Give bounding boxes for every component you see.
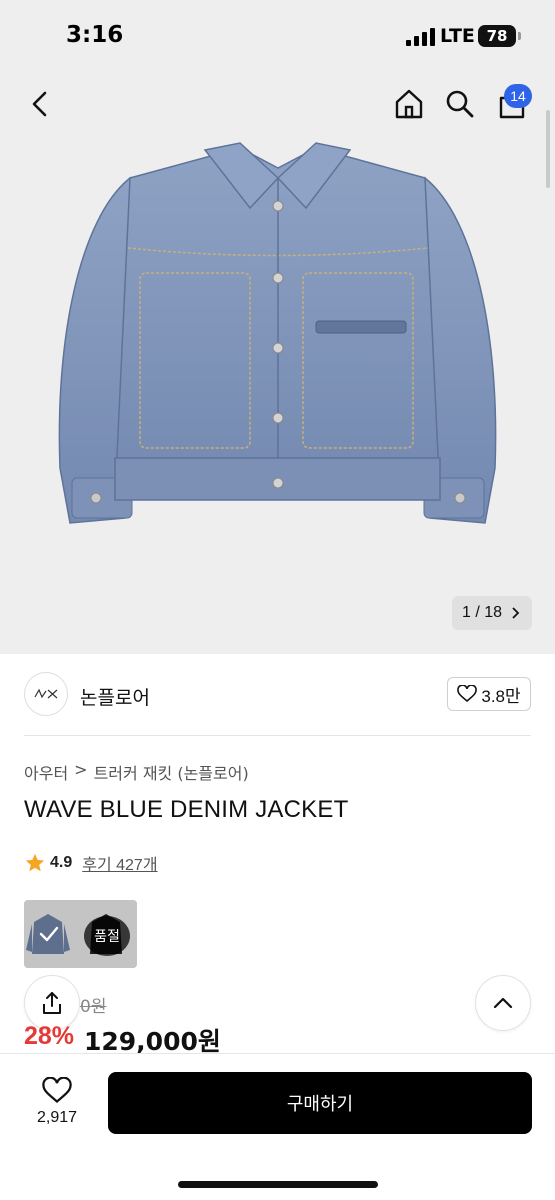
brand-logo-mark xyxy=(34,688,58,699)
search-icon xyxy=(446,90,474,118)
star-icon xyxy=(25,853,45,872)
brand-logo xyxy=(24,672,68,716)
buy-button[interactable]: 구매하기 xyxy=(108,1072,532,1134)
cart-count-badge: 14 xyxy=(504,84,532,108)
back-arrow-icon xyxy=(32,91,47,117)
back-button[interactable] xyxy=(20,84,60,124)
wishlist-button[interactable]: 2,917 xyxy=(24,1072,90,1132)
reviews-link[interactable]: 후기 427개 xyxy=(82,851,157,875)
denim-jacket-image xyxy=(58,142,497,524)
sold-out-badge: 품절 xyxy=(84,916,130,956)
image-counter-text: 1 / 18 xyxy=(461,604,503,621)
heart-icon xyxy=(42,1077,72,1103)
home-button[interactable] xyxy=(389,84,429,124)
divider xyxy=(24,735,531,736)
chevron-up-icon xyxy=(493,997,513,1009)
rating-row: 4.9 후기 427개 xyxy=(24,851,158,875)
status-time: 3:16 xyxy=(66,22,124,48)
discount-rate: 28% xyxy=(24,1022,75,1050)
breadcrumb-subcategory[interactable]: 트러커 재킷 (논플로어) xyxy=(94,760,249,784)
home-indicator xyxy=(178,1181,378,1188)
original-price: 0원 xyxy=(80,997,107,1017)
scroll-top-button[interactable] xyxy=(475,975,531,1031)
brand-name[interactable]: 논플로어 xyxy=(80,683,150,710)
status-bar: 3:16 LTE 78 xyxy=(0,0,555,72)
breadcrumb-separator: > xyxy=(74,760,88,779)
rating-score: 4.9 xyxy=(50,854,73,871)
brand-row[interactable]: 논플로어 3.8만 xyxy=(0,656,555,734)
product-image[interactable] xyxy=(0,138,555,654)
battery-tip xyxy=(518,32,521,40)
home-icon xyxy=(395,89,423,119)
heart-icon xyxy=(457,685,478,703)
battery-icon: 78 xyxy=(478,25,516,47)
nav-bar xyxy=(0,72,555,138)
product-title: WAVE BLUE DENIM JACKET xyxy=(24,796,349,823)
brand-like-count: 3.8만 xyxy=(481,686,521,706)
network-label: LTE xyxy=(440,25,475,47)
scroll-indicator xyxy=(546,110,550,188)
image-counter-button[interactable]: 1 / 18 xyxy=(452,596,532,630)
search-button[interactable] xyxy=(440,84,480,124)
wishlist-count: 2,917 xyxy=(36,1109,78,1126)
share-icon xyxy=(43,992,61,1014)
breadcrumb: 아우터 > 트러커 재킷 (논플로어) xyxy=(24,760,249,784)
brand-like-button[interactable]: 3.8만 xyxy=(447,677,531,711)
signal-icon xyxy=(406,28,435,46)
breadcrumb-category[interactable]: 아우터 xyxy=(24,760,68,784)
chevron-right-icon xyxy=(512,607,520,619)
